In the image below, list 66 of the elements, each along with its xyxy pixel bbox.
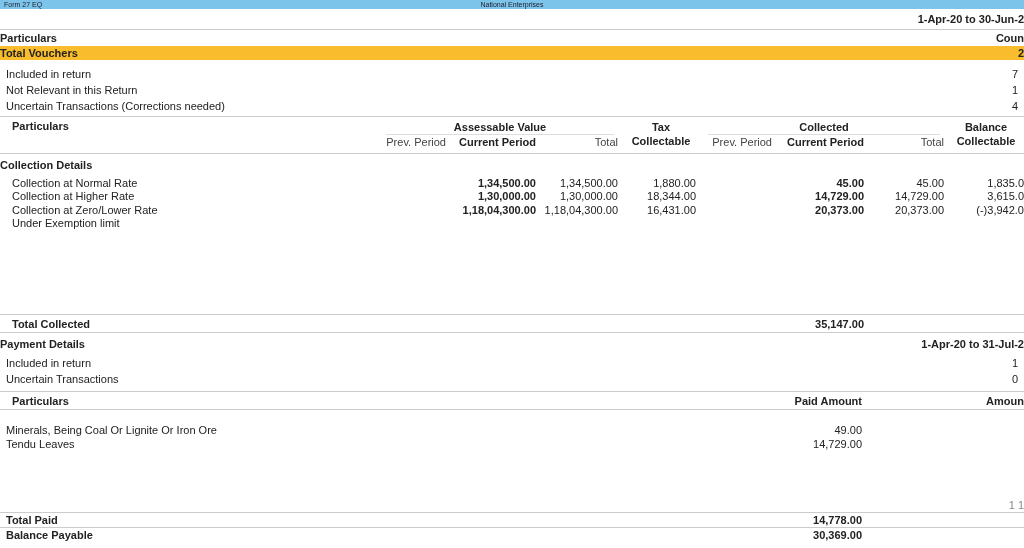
amount-cell-text: 3,615.0 (986, 190, 1024, 203)
column-group-header: Collected (708, 121, 940, 135)
column-group-header: Balance (963, 121, 1009, 134)
amount-cell-text: 20,373.00 (894, 203, 945, 216)
amount-cell-text: 1,34,500.00 (558, 176, 619, 189)
row-label: Under Exemption limit (11, 217, 121, 230)
amount-cell-text: 1,30,000.00 (558, 190, 619, 203)
row-count: 7 (1011, 68, 1018, 80)
column-header: Current Period (786, 135, 865, 149)
amount-cell-text: 1,30,000.00 (476, 190, 537, 203)
column-header: Particulars (11, 394, 70, 407)
amount-cell-text: 1,880.00 (652, 176, 697, 189)
section-heading: Payment Details (0, 338, 85, 350)
amount-cell-text: 1,835.0 (986, 176, 1024, 189)
total-amount: 35,147.00 (814, 317, 865, 330)
column-header: Particulars (0, 32, 57, 44)
total-vouchers-row[interactable]: Total Vouchers 2 (0, 46, 1024, 60)
total-amount: 30,369.00 (812, 528, 863, 541)
amount-cell-text: 16,431.00 (646, 203, 697, 216)
row-label: Included in return (6, 68, 91, 80)
column-header: Coun (995, 32, 1024, 44)
column-header: Collectable (955, 134, 1017, 148)
column-header: Collectable (630, 134, 692, 148)
row-count: 1 (1011, 84, 1018, 96)
amount-cell-text: 1,18,04,300.00 (543, 203, 619, 216)
column-header: Prev. Period (385, 135, 447, 149)
row-label: Collection at Zero/Lower Rate (11, 203, 159, 216)
column-header: Paid Amount (793, 394, 863, 407)
row-label: Uncertain Transactions (6, 373, 119, 385)
amount-cell-text: 49.00 (833, 424, 863, 436)
section-heading: Collection Details (0, 159, 93, 171)
amount-cell-text: (-)3,942.0 (975, 203, 1024, 216)
amount-cell-text: 45.00 (835, 176, 865, 189)
amount-cell-text: 20,373.00 (814, 203, 865, 216)
row-label: Minerals, Being Coal Or Lignite Or Iron Ore (5, 424, 218, 436)
row-label: Collection at Normal Rate (11, 176, 139, 189)
amount-cell-text: 14,729.00 (894, 190, 945, 203)
row-label: Included in return (6, 357, 91, 369)
row-label: Uncertain Transactions (Corrections needed) (6, 100, 225, 112)
column-header: Current Period (458, 135, 537, 149)
page-indicator: 1 1 (1008, 499, 1024, 511)
column-header: Total (919, 135, 945, 149)
column-header: Total (593, 135, 619, 149)
amount-cell-text: 1,34,500.00 (476, 176, 537, 189)
column-header: Amoun (985, 394, 1024, 407)
row-label: Tendu Leaves (5, 438, 76, 450)
amount-cell-text: 14,729.00 (814, 190, 865, 203)
row-label: Not Relevant in this Return (6, 84, 138, 96)
row-count: 4 (1011, 100, 1018, 112)
amount-cell-text: 18,344.00 (646, 190, 697, 203)
amount-cell-text: 14,729.00 (812, 438, 863, 450)
total-label: Total Collected (11, 317, 92, 330)
amount-cell-text: 45.00 (915, 176, 945, 189)
column-header: Prev. Period (711, 135, 773, 149)
amount-cell-text: 1,18,04,300.00 (461, 203, 537, 216)
column-header: Particulars (11, 119, 70, 132)
column-group-header: Tax (650, 121, 672, 134)
total-label: Balance Payable (5, 528, 94, 541)
total-label: Total Paid (5, 514, 59, 526)
row-count: 1 (1011, 357, 1018, 369)
column-group-header: Assessable Value (386, 121, 614, 135)
total-amount: 14,778.00 (812, 514, 863, 526)
period-label: 1-Apr-20 to 30-Jun-2 (917, 13, 1024, 25)
row-count: 0 (1011, 373, 1018, 385)
row-label: Collection at Higher Rate (11, 190, 136, 203)
period-label: 1-Apr-20 to 31-Jul-2 (921, 338, 1024, 350)
